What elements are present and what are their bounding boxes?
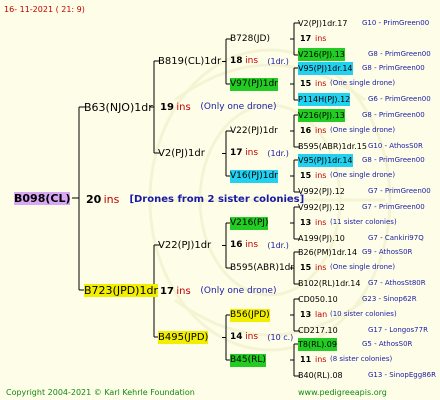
ancestor4-ins-count: 15 xyxy=(300,171,312,180)
great-grandparent8-node: B45(RL) xyxy=(230,354,266,367)
grandparent2-ins-word: ins xyxy=(245,148,259,158)
ancestor1-sire: V2(PJ)1dr.17 xyxy=(298,19,348,28)
grandparent3-node: V22(PJ)1dr xyxy=(158,240,212,251)
ancestor3-ins-word: ins xyxy=(315,126,327,135)
ancestor5-dam: A199(PJ).10 xyxy=(298,234,345,243)
ancestor4-sire-gen: G8 - PrimGreen00 xyxy=(362,156,425,164)
ancestor7-ins-count: 13 xyxy=(300,310,312,319)
grandparent1-note: (1dr.) xyxy=(267,57,289,66)
ancestor1-ins-count: 17 xyxy=(300,34,312,43)
ancestor3-sire-gen: G8 - PrimGreen00 xyxy=(362,111,425,119)
grandparent4-ins-word: ins xyxy=(245,332,259,342)
great-grandparent7-node: B56(JPD) xyxy=(230,309,270,322)
ancestor8-ins-count: 11 xyxy=(300,355,312,364)
grandparent4-note: (10 c.) xyxy=(267,333,294,342)
ancestor4-ins-word: ins xyxy=(315,171,327,180)
ancestor2-ins-count: 15 xyxy=(300,79,312,88)
ancestor4-dam-gen: G7 - PrimGreen00 xyxy=(368,187,431,195)
ancestor3-sire: V216(PJ).13 xyxy=(298,109,345,122)
great-grandparent6-node: B595(ABR)1dr xyxy=(230,263,295,273)
ancestor2-dam-gen: G6 - PrimGreen00 xyxy=(368,95,431,103)
ancestor3-dam-gen: G10 - AthosS0R xyxy=(368,142,423,150)
grandparent4-node: B495(JPD) xyxy=(158,331,209,344)
ancestor6-ins-word: ins xyxy=(315,263,327,272)
ancestor3-ins-note: (One single drone) xyxy=(330,126,396,134)
ancestor1-dam-gen: G8 - PrimGreen00 xyxy=(368,50,431,58)
grandparent1-ins-count: 18 xyxy=(230,56,243,66)
ancestor5-ins-count: 13 xyxy=(300,218,312,227)
copyright-text: Copyright 2004-2021 © Karl Kehrle Founda… xyxy=(6,388,195,397)
ancestor2-dam: P114H(PJ).12 xyxy=(298,93,351,106)
grandparent4-ins-count: 14 xyxy=(230,332,243,342)
ancestor5-dam-gen: G7 - Cankiri97Q xyxy=(368,234,424,242)
ancestor5-ins-word: ins xyxy=(315,218,327,227)
ancestor4-ins-note: (One single drone) xyxy=(330,171,396,179)
ancestor7-ins-note: (10 sister colonies) xyxy=(330,310,397,318)
great-grandparent2-node: V97(PJ)1dr xyxy=(230,78,278,91)
ancestor7-ins-word: lan xyxy=(315,310,328,319)
ancestor3-dam: B595(ABR)1dr.15 xyxy=(298,142,367,151)
ancestor7-sire-gen: G23 - Sinop62R xyxy=(362,295,417,303)
ancestor5-sire-gen: G7 - PrimGreen00 xyxy=(362,203,425,211)
grandparent3-ins-word: ins xyxy=(245,240,259,250)
ancestor7-sire: CD050.10 xyxy=(298,295,338,304)
parent1-node: B63(NJO)1dr xyxy=(84,101,153,114)
root-ins-word: ins xyxy=(103,193,120,206)
ancestor2-sire: V95(PJ)1dr.14 xyxy=(298,62,353,75)
parent1-ins-word: ins xyxy=(176,102,191,113)
grandparent2-node: V2(PJ)1dr xyxy=(158,148,205,159)
root-node: B098(CL) xyxy=(14,192,71,205)
ancestor6-dam: B102(RL)1dr.14 xyxy=(298,279,361,288)
great-grandparent4-node: V16(PJ)1dr xyxy=(230,170,278,183)
parent2-note: (Only one drone) xyxy=(200,286,277,296)
ancestor2-ins-note: (One single drone) xyxy=(330,79,396,87)
ancestor6-dam-gen: G7 - AthosSt80R xyxy=(368,279,426,287)
grandparent2-ins-count: 17 xyxy=(230,148,243,158)
ancestor7-dam: CD217.10 xyxy=(298,326,338,335)
ancestor8-dam: B40(RL).08 xyxy=(298,371,343,380)
pedigree-diagram: 16- 11-2021 ( 21: 9) Copyright 2004-2021 … xyxy=(0,0,440,400)
ancestor6-ins-count: 15 xyxy=(300,263,312,272)
ancestor4-sire: V95(PJ)1dr.14 xyxy=(298,154,353,167)
root-ins-count: 20 xyxy=(86,193,102,206)
parent1-ins-count: 19 xyxy=(160,102,174,113)
ancestor6-sire-gen: G9 - AthosS0R xyxy=(362,248,413,256)
ancestor8-ins-word: ins xyxy=(315,355,327,364)
ancestor1-ins-word: ins xyxy=(315,34,327,43)
grandparent1-node: B819(CL)1dr xyxy=(158,56,222,67)
ancestor8-ins-note: (8 sister colonies) xyxy=(330,355,393,363)
grandparent2-note: (1dr.) xyxy=(267,149,289,158)
grandparent1-ins-word: ins xyxy=(245,56,259,66)
ancestor7-dam-gen: G17 - Longos77R xyxy=(368,326,428,334)
grandparent3-ins-count: 16 xyxy=(230,240,243,250)
root-note: [Drones from 2 sister colonies] xyxy=(129,194,305,205)
parent2-ins-count: 17 xyxy=(160,286,174,297)
parent2-ins-word: ins xyxy=(176,286,191,297)
ancestor5-sire: V992(PJ).12 xyxy=(298,203,345,212)
ancestor4-dam: V992(PJ).12 xyxy=(298,187,345,196)
date-stamp: 16- 11-2021 ( 21: 9) xyxy=(4,5,85,14)
parent1-note: (Only one drone) xyxy=(200,102,277,112)
ancestor1-dam: V216(PJ).13 xyxy=(298,48,345,61)
ancestor8-sire-gen: G5 - AthosS0R xyxy=(362,340,413,348)
website-link: www.pedigreeapis.org xyxy=(298,388,387,397)
grandparent3-note: (1dr.) xyxy=(267,241,289,250)
ancestor6-ins-note: (One single drone) xyxy=(330,263,396,271)
great-grandparent3-node: V22(PJ)1dr xyxy=(230,126,278,136)
parent2-node: B723(JPD)1dr xyxy=(84,284,158,297)
ancestor6-sire: B26(PM)1dr.14 xyxy=(298,248,358,257)
ancestor1-sire-gen: G10 - PrimGreen00 xyxy=(362,19,430,27)
ancestor8-dam-gen: G13 - SinopEgg86R xyxy=(368,371,436,379)
ancestor2-ins-word: ins xyxy=(315,79,327,88)
great-grandparent5-node: V216(PJ) xyxy=(230,217,269,230)
ancestor5-ins-note: (11 sister colonies) xyxy=(330,218,397,226)
ancestor3-ins-count: 16 xyxy=(300,126,312,135)
ancestor8-sire: T8(RL).09 xyxy=(298,338,337,351)
great-grandparent1-node: B728(JD) xyxy=(230,34,270,44)
ancestor2-sire-gen: G8 - PrimGreen00 xyxy=(362,64,425,72)
